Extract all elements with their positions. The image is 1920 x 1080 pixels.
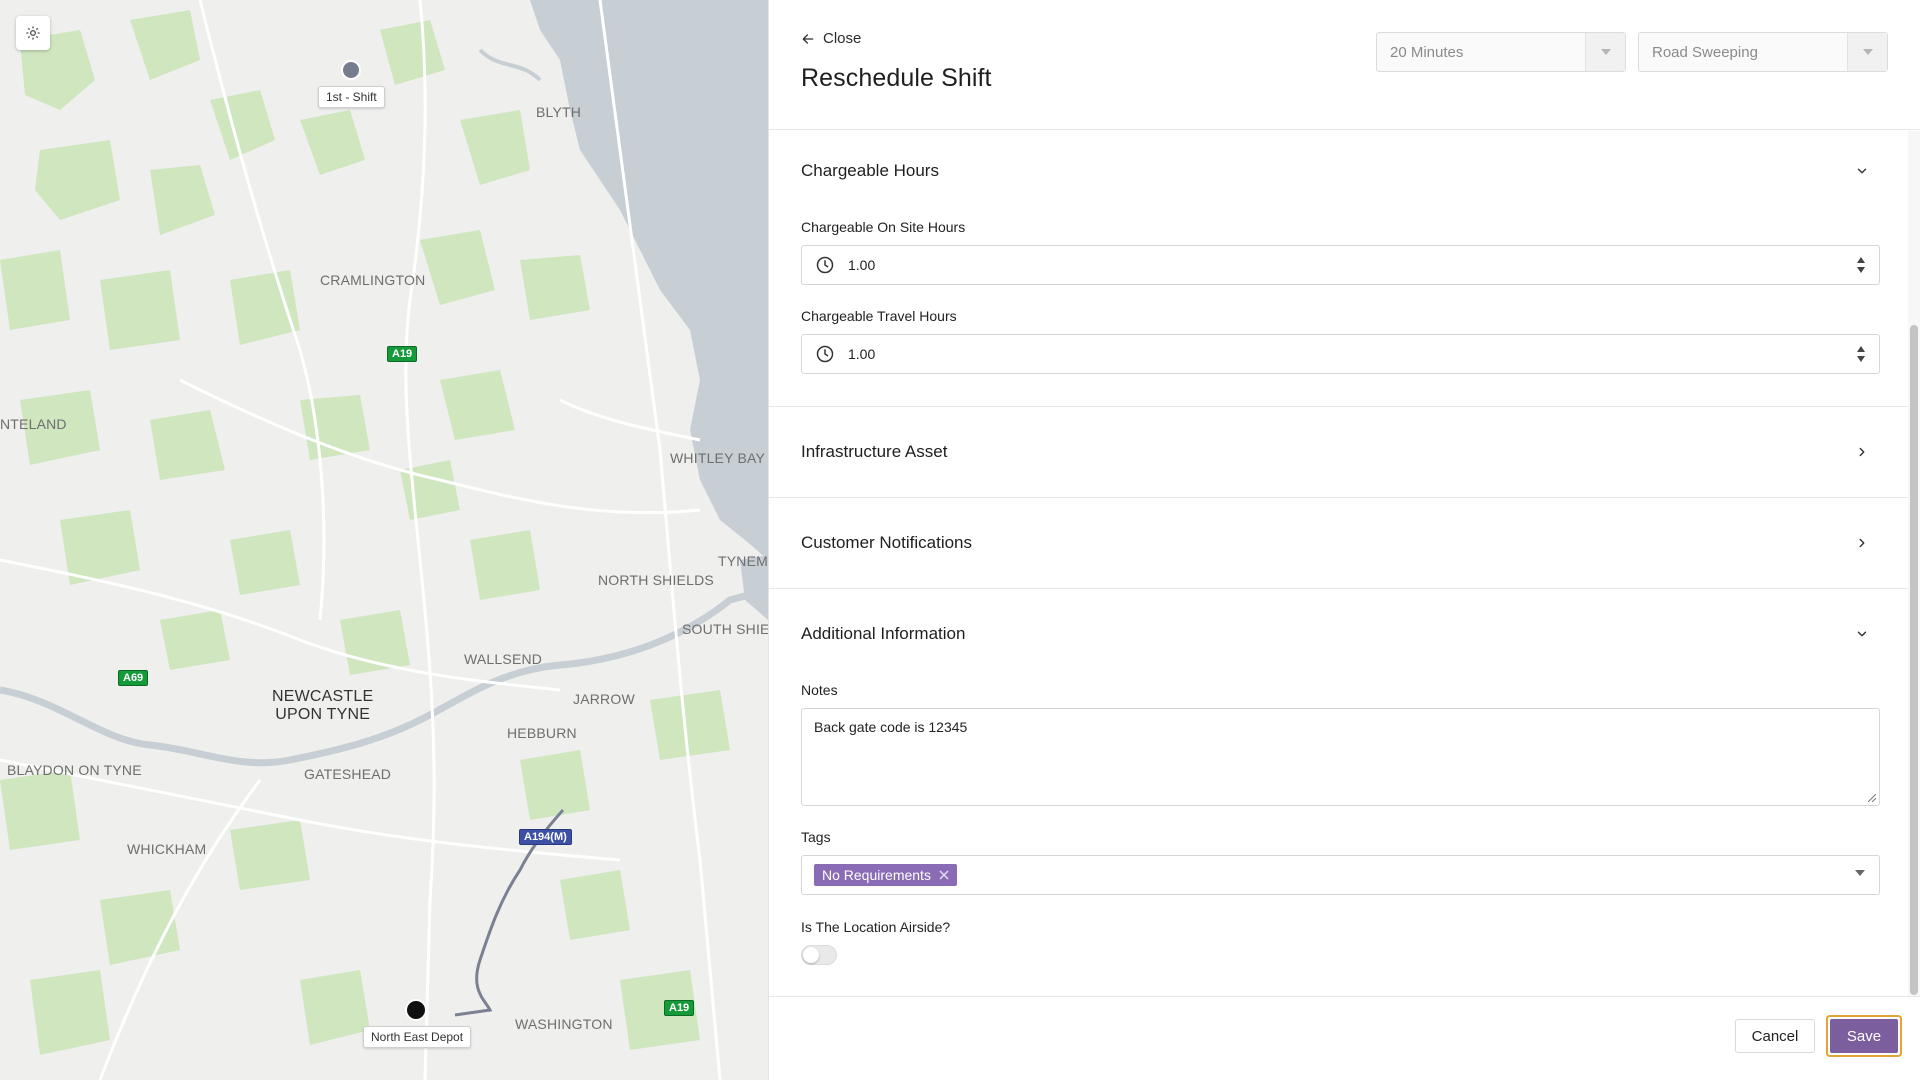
map-label-ponteland: NTELAND	[0, 416, 67, 432]
caret-down-icon[interactable]	[1855, 870, 1865, 876]
service-select-value: Road Sweeping	[1652, 43, 1758, 61]
tag-chip-label: No Requirements	[822, 867, 931, 883]
section-customer-notifications: Customer Notifications	[769, 498, 1909, 589]
tags-select[interactable]: No Requirements	[801, 855, 1880, 895]
travel-hours-input[interactable]: 1.00	[801, 334, 1880, 374]
map-label-newcastle-line2: UPON TYNE	[275, 706, 371, 723]
road-shield-a194m: A194(M)	[519, 829, 572, 845]
map-label-newcastle-line1: NEWCASTLE	[272, 688, 374, 705]
cancel-button[interactable]: Cancel	[1735, 1019, 1815, 1053]
tags-label: Tags	[801, 829, 831, 845]
notes-textarea[interactable]: Back gate code is 12345	[801, 708, 1880, 806]
panel-footer: Cancel Save	[769, 996, 1920, 1080]
map-background	[0, 0, 768, 1080]
notes-value: Back gate code is 12345	[814, 719, 968, 735]
close-button[interactable]: Close	[801, 30, 861, 47]
map-label-wallsend: WALLSEND	[464, 651, 543, 667]
chevron-down-icon	[1857, 168, 1867, 174]
section-title-customer-notifications: Customer Notifications	[801, 533, 973, 552]
travel-hours-value: 1.00	[848, 346, 876, 362]
tag-chip: No Requirements	[814, 864, 957, 886]
section-infrastructure-asset: Infrastructure Asset	[769, 407, 1909, 498]
clock-icon-wrap	[802, 255, 848, 275]
section-additional-information: Additional Information Notes Back gate c…	[769, 589, 1909, 996]
map-label-whickham: WHICKHAM	[127, 841, 207, 857]
section-title-infrastructure-asset: Infrastructure Asset	[801, 442, 948, 461]
notes-label: Notes	[801, 682, 838, 698]
caret-down-icon	[1862, 49, 1873, 55]
map-label-newcastle: NEWCASTLE UPON TYNE	[272, 688, 373, 724]
service-select[interactable]: Road Sweeping	[1638, 32, 1888, 72]
map-label-gateshead: GATESHEAD	[304, 766, 392, 782]
toggle-knob	[803, 947, 819, 963]
map-label-washington: WASHINGTON	[515, 1016, 613, 1032]
map-label-whitley-bay: WHITLEY BAY	[670, 450, 766, 466]
scrollbar-thumb[interactable]	[1910, 325, 1918, 995]
clock-icon	[816, 256, 834, 274]
close-label: Close	[823, 30, 862, 47]
arrow-left-icon	[802, 33, 814, 44]
map-label-tynemouth: TYNEMO	[718, 553, 768, 569]
save-button[interactable]: Save	[1830, 1019, 1898, 1053]
map-label-north-shields: NORTH SHIELDS	[598, 572, 714, 588]
chevron-right-icon	[1859, 447, 1865, 457]
chevron-down-icon	[1857, 631, 1867, 637]
on-site-hours-value: 1.00	[848, 257, 876, 273]
map-label-hebburn: HEBBURN	[507, 725, 577, 741]
section-title-additional-information: Additional Information	[801, 624, 966, 643]
section-header-additional-information[interactable]: Additional Information	[801, 622, 1909, 646]
resize-handle-icon[interactable]	[1868, 794, 1876, 802]
map-label-jarrow: JARROW	[573, 691, 635, 707]
section-header-customer-notifications[interactable]: Customer Notifications	[801, 531, 1909, 555]
road-shield-a19-north: A19	[387, 346, 418, 362]
chevron-right-icon	[1859, 538, 1865, 548]
save-button-focus-ring: Save	[1826, 1015, 1902, 1057]
page-title: Reschedule Shift	[801, 64, 992, 92]
shift-marker[interactable]	[341, 60, 361, 80]
gear-icon	[26, 26, 40, 40]
travel-hours-stepper[interactable]	[1843, 345, 1879, 363]
on-site-hours-input[interactable]: 1.00	[801, 245, 1880, 285]
travel-hours-label: Chargeable Travel Hours	[801, 308, 957, 324]
map-label-cramlington: CRAMLINGTON	[320, 272, 426, 288]
depot-marker[interactable]	[405, 999, 427, 1021]
road-shield-a69: A69	[118, 670, 149, 686]
depot-marker-label: North East Depot	[363, 1026, 472, 1048]
duration-select[interactable]: 20 Minutes	[1376, 32, 1626, 72]
airside-label: Is The Location Airside?	[801, 919, 951, 935]
remove-tag-icon[interactable]	[939, 870, 949, 880]
caret-down-icon	[1600, 49, 1611, 55]
service-select-caret[interactable]	[1847, 33, 1887, 71]
stepper-icon	[1857, 346, 1865, 362]
panel-header: Close Reschedule Shift 20 Minutes Road S…	[769, 0, 1920, 130]
map-label-blaydon: BLAYDON ON TYNE	[7, 762, 142, 778]
reschedule-shift-panel: Close Reschedule Shift 20 Minutes Road S…	[768, 0, 1920, 1080]
clock-icon-wrap	[802, 344, 848, 364]
stepper-icon	[1857, 257, 1865, 273]
duration-select-value: 20 Minutes	[1390, 43, 1464, 61]
map-view[interactable]: BLYTH CRAMLINGTON NTELAND WHITLEY BAY NO…	[0, 0, 768, 1080]
panel-scroll-area[interactable]: Chargeable Hours Chargeable On Site Hour…	[769, 131, 1920, 996]
section-chargeable-hours: Chargeable Hours Chargeable On Site Hour…	[769, 131, 1909, 407]
shift-marker-label: 1st - Shift	[318, 86, 385, 108]
on-site-hours-label: Chargeable On Site Hours	[801, 219, 966, 235]
map-settings-button[interactable]	[16, 16, 50, 50]
section-header-infrastructure-asset[interactable]: Infrastructure Asset	[801, 440, 1909, 464]
map-label-south-shields: SOUTH SHIEL	[682, 621, 768, 637]
road-shield-a19-south: A19	[664, 1000, 695, 1016]
duration-select-caret[interactable]	[1585, 33, 1625, 71]
map-label-blyth: BLYTH	[536, 104, 582, 120]
clock-icon	[816, 345, 834, 363]
section-title-chargeable-hours: Chargeable Hours	[801, 161, 939, 180]
on-site-hours-stepper[interactable]	[1843, 256, 1879, 274]
airside-toggle[interactable]	[801, 945, 837, 965]
section-header-chargeable-hours[interactable]: Chargeable Hours	[801, 159, 1909, 183]
